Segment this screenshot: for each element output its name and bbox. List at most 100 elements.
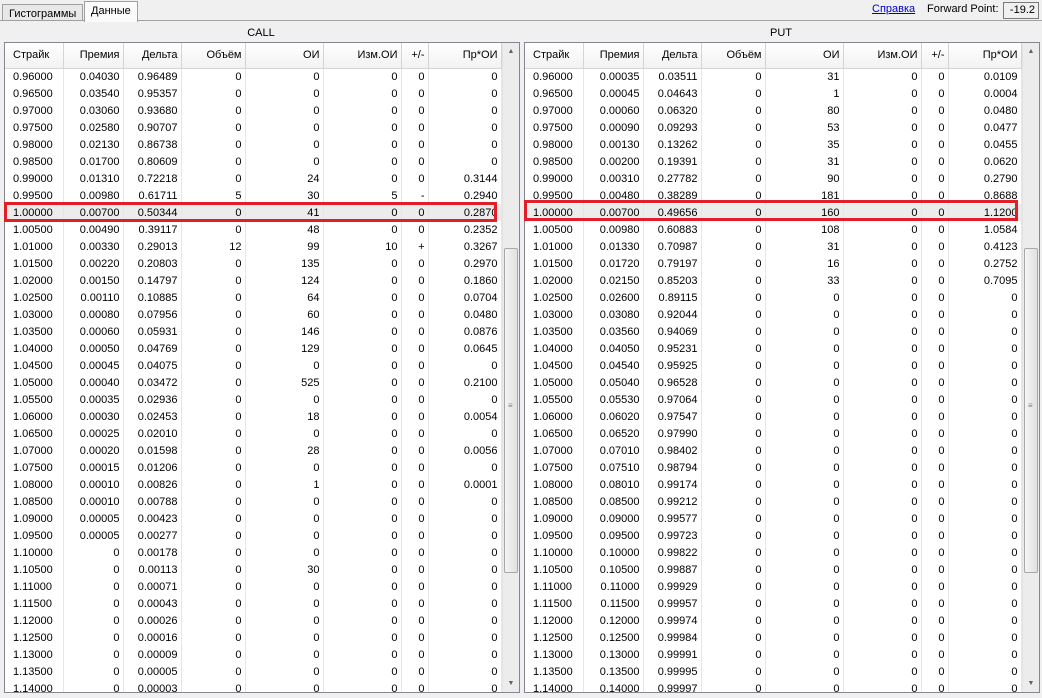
table-row[interactable]: 1.01000 0.00330 0.29013 12 99 10 +0.3267 <box>5 238 502 255</box>
column-header[interactable]: +/- <box>401 43 429 69</box>
table-row[interactable]: 0.96500 0.00045 0.04643 0 1 0 0 0.0004 <box>525 85 1022 102</box>
table-row[interactable]: 1.01000 0.01330 0.70987 0 31 0 0 0.4123 <box>525 238 1022 255</box>
table-row[interactable]: 1.05000 0.00040 0.03472 0 525 0 0 0.2100 <box>5 374 502 391</box>
column-header[interactable]: Изм.ОИ <box>843 43 922 69</box>
table-row[interactable]: 1.01500 0.01720 0.79197 0 16 0 0 0.2752 <box>525 255 1022 272</box>
forward-point-value[interactable]: -19.2 <box>1003 2 1039 19</box>
table-row[interactable]: 1.03000 0.00080 0.07956 0 60 0 0 0.0480 <box>5 306 502 323</box>
table-row[interactable]: 1.10500 0 0.00113 0 30 0 0 0 <box>5 561 502 578</box>
table-row[interactable]: 1.06500 0.00025 0.02010 0 0 0 0 0 <box>5 425 502 442</box>
column-header[interactable]: Страйк <box>525 43 584 69</box>
table-row[interactable]: 0.97000 0.00060 0.06320 0 80 0 0 0.0480 <box>525 102 1022 119</box>
table-row[interactable]: 1.09000 0.09000 0.99577 0 0 0 0 0 <box>525 510 1022 527</box>
table-row[interactable]: 1.02500 0.00110 0.10885 0 64 0 0 0.0704 <box>5 289 502 306</box>
table-row[interactable]: 1.04500 0.04540 0.95925 0 0 0 0 0 <box>525 357 1022 374</box>
column-header[interactable]: Страйк <box>5 43 64 69</box>
table-row[interactable]: 1.14000 0.14000 0.99997 0 0 0 0 0 <box>525 680 1022 692</box>
table-row[interactable]: 1.11000 0.11000 0.99929 0 0 0 0 0 <box>525 578 1022 595</box>
table-row[interactable]: 1.06000 0.00030 0.02453 0 18 0 0 0.0054 <box>5 408 502 425</box>
column-header[interactable]: Объём <box>181 43 246 69</box>
column-header[interactable]: +/- <box>921 43 949 69</box>
table-row[interactable]: 0.97500 0.02580 0.90707 0 0 0 0 0 <box>5 119 502 136</box>
table-row[interactable]: 1.08500 0.00010 0.00788 0 0 0 0 0 <box>5 493 502 510</box>
table-row[interactable]: 0.99500 0.00980 0.61711 5 30 5-0.2940 <box>5 187 502 204</box>
table-row[interactable]: 1.03500 0.03560 0.94069 0 0 0 0 0 <box>525 323 1022 340</box>
table-row[interactable]: 1.02000 0.02150 0.85203 0 33 0 0 0.7095 <box>525 272 1022 289</box>
table-row[interactable]: 1.14000 0 0.00003 0 0 0 0 0 <box>5 680 502 692</box>
table-row[interactable]: 1.08000 0.08010 0.99174 0 0 0 0 0 <box>525 476 1022 493</box>
table-row[interactable]: 1.10500 0.10500 0.99887 0 0 0 0 0 <box>525 561 1022 578</box>
table-row[interactable]: 1.08000 0.00010 0.00826 0 1 0 0 0.0001 <box>5 476 502 493</box>
table-row[interactable]: 1.06000 0.06020 0.97547 0 0 0 0 0 <box>525 408 1022 425</box>
tab-histograms[interactable]: Гистограммы <box>2 4 84 20</box>
table-row[interactable]: 1.12000 0 0.00026 0 0 0 0 0 <box>5 612 502 629</box>
table-row[interactable]: 1.04000 0.04050 0.95231 0 0 0 0 0 <box>525 340 1022 357</box>
table-row[interactable]: 1.09500 0.00005 0.00277 0 0 0 0 0 <box>5 527 502 544</box>
table-row[interactable]: 1.05000 0.05040 0.96528 0 0 0 0 0 <box>525 374 1022 391</box>
table-row[interactable]: 0.98500 0.01700 0.80609 0 0 0 0 0 <box>5 153 502 170</box>
table-row[interactable]: 1.12500 0.12500 0.99984 0 0 0 0 0 <box>525 629 1022 646</box>
table-row[interactable]: 1.00000 0.00700 0.50344 0 41 0 0 0.2870 <box>5 204 502 221</box>
table-row[interactable]: 1.13500 0 0.00005 0 0 0 0 0 <box>5 663 502 680</box>
table-row[interactable]: 1.07500 0.07510 0.98794 0 0 0 0 0 <box>525 459 1022 476</box>
table-row[interactable]: 1.07000 0.07010 0.98402 0 0 0 0 0 <box>525 442 1022 459</box>
table-row[interactable]: 0.98000 0.02130 0.86738 0 0 0 0 0 <box>5 136 502 153</box>
table-row[interactable]: 1.12500 0 0.00016 0 0 0 0 0 <box>5 629 502 646</box>
help-link[interactable]: Справка <box>872 3 915 15</box>
put-scrollbar[interactable]: ▲ ≡ ▼ <box>1022 43 1039 692</box>
scroll-up-icon[interactable]: ▲ <box>1023 43 1039 60</box>
column-header[interactable]: Объём <box>701 43 766 69</box>
table-row[interactable]: 1.13500 0.13500 0.99995 0 0 0 0 0 <box>525 663 1022 680</box>
table-row[interactable]: 1.00500 0.00980 0.60883 0 108 0 0 1.0584 <box>525 221 1022 238</box>
column-header[interactable]: Изм.ОИ <box>323 43 402 69</box>
table-row[interactable]: 0.99500 0.00480 0.38289 0 181 0 0 0.8688 <box>525 187 1022 204</box>
scroll-down-icon[interactable]: ▼ <box>1023 675 1039 692</box>
table-row[interactable]: 1.11500 0 0.00043 0 0 0 0 0 <box>5 595 502 612</box>
scroll-thumb[interactable]: ≡ <box>1024 248 1038 573</box>
table-row[interactable]: 1.06500 0.06520 0.97990 0 0 0 0 0 <box>525 425 1022 442</box>
table-row[interactable]: 1.07500 0.00015 0.01206 0 0 0 0 0 <box>5 459 502 476</box>
scroll-up-icon[interactable]: ▲ <box>503 43 519 60</box>
column-header[interactable]: Пр*ОИ <box>428 43 502 69</box>
table-row[interactable]: 0.98000 0.00130 0.13262 0 35 0 0 0.0455 <box>525 136 1022 153</box>
table-row[interactable]: 1.10000 0.10000 0.99822 0 0 0 0 0 <box>525 544 1022 561</box>
table-row[interactable]: 0.96000 0.04030 0.96489 0 0 0 0 0 <box>5 68 502 85</box>
column-header[interactable]: Пр*ОИ <box>948 43 1022 69</box>
table-row[interactable]: 1.04000 0.00050 0.04769 0 129 0 0 0.0645 <box>5 340 502 357</box>
table-row[interactable]: 0.97000 0.03060 0.93680 0 0 0 0 0 <box>5 102 502 119</box>
column-header[interactable]: ОИ <box>765 43 844 69</box>
scroll-down-icon[interactable]: ▼ <box>503 675 519 692</box>
table-row[interactable]: 1.11500 0.11500 0.99957 0 0 0 0 0 <box>525 595 1022 612</box>
table-row[interactable]: 0.96000 0.00035 0.03511 0 31 0 0 0.0109 <box>525 68 1022 85</box>
table-row[interactable]: 1.04500 0.00045 0.04075 0 0 0 0 0 <box>5 357 502 374</box>
table-row[interactable]: 1.11000 0 0.00071 0 0 0 0 0 <box>5 578 502 595</box>
table-row[interactable]: 1.10000 0 0.00178 0 0 0 0 0 <box>5 544 502 561</box>
column-header[interactable]: Премия <box>583 43 644 69</box>
table-row[interactable]: 1.05500 0.00035 0.02936 0 0 0 0 0 <box>5 391 502 408</box>
table-row[interactable]: 0.97500 0.00090 0.09293 0 53 0 0 0.0477 <box>525 119 1022 136</box>
tab-data[interactable]: Данные <box>84 1 138 22</box>
table-row[interactable]: 1.09500 0.09500 0.99723 0 0 0 0 0 <box>525 527 1022 544</box>
table-row[interactable]: 1.13000 0 0.00009 0 0 0 0 0 <box>5 646 502 663</box>
table-row[interactable]: 1.09000 0.00005 0.00423 0 0 0 0 0 <box>5 510 502 527</box>
table-row[interactable]: 0.99000 0.00310 0.27782 0 90 0 0 0.2790 <box>525 170 1022 187</box>
table-row[interactable]: 1.02500 0.02600 0.89115 0 0 0 0 0 <box>525 289 1022 306</box>
call-scrollbar[interactable]: ▲ ≡ ▼ <box>502 43 519 692</box>
table-row[interactable]: 1.03500 0.00060 0.05931 0 146 0 0 0.0876 <box>5 323 502 340</box>
column-header[interactable]: ОИ <box>245 43 324 69</box>
column-header[interactable]: Дельта <box>123 43 182 69</box>
table-row[interactable]: 1.03000 0.03080 0.92044 0 0 0 0 0 <box>525 306 1022 323</box>
column-header[interactable]: Дельта <box>643 43 702 69</box>
table-row[interactable]: 0.96500 0.03540 0.95357 0 0 0 0 0 <box>5 85 502 102</box>
column-header[interactable]: Премия <box>63 43 124 69</box>
table-row[interactable]: 0.99000 0.01310 0.72218 0 24 0 0 0.3144 <box>5 170 502 187</box>
table-row[interactable]: 1.02000 0.00150 0.14797 0 124 0 0 0.1860 <box>5 272 502 289</box>
table-row[interactable]: 1.13000 0.13000 0.99991 0 0 0 0 0 <box>525 646 1022 663</box>
table-row[interactable]: 1.07000 0.00020 0.01598 0 28 0 0 0.0056 <box>5 442 502 459</box>
table-row[interactable]: 1.12000 0.12000 0.99974 0 0 0 0 0 <box>525 612 1022 629</box>
table-row[interactable]: 1.00500 0.00490 0.39117 0 48 0 0 0.2352 <box>5 221 502 238</box>
table-row[interactable]: 1.01500 0.00220 0.20803 0 135 0 0 0.2970 <box>5 255 502 272</box>
table-row[interactable]: 1.08500 0.08500 0.99212 0 0 0 0 0 <box>525 493 1022 510</box>
table-row[interactable]: 1.05500 0.05530 0.97064 0 0 0 0 0 <box>525 391 1022 408</box>
table-row[interactable]: 0.98500 0.00200 0.19391 0 31 0 0 0.0620 <box>525 153 1022 170</box>
